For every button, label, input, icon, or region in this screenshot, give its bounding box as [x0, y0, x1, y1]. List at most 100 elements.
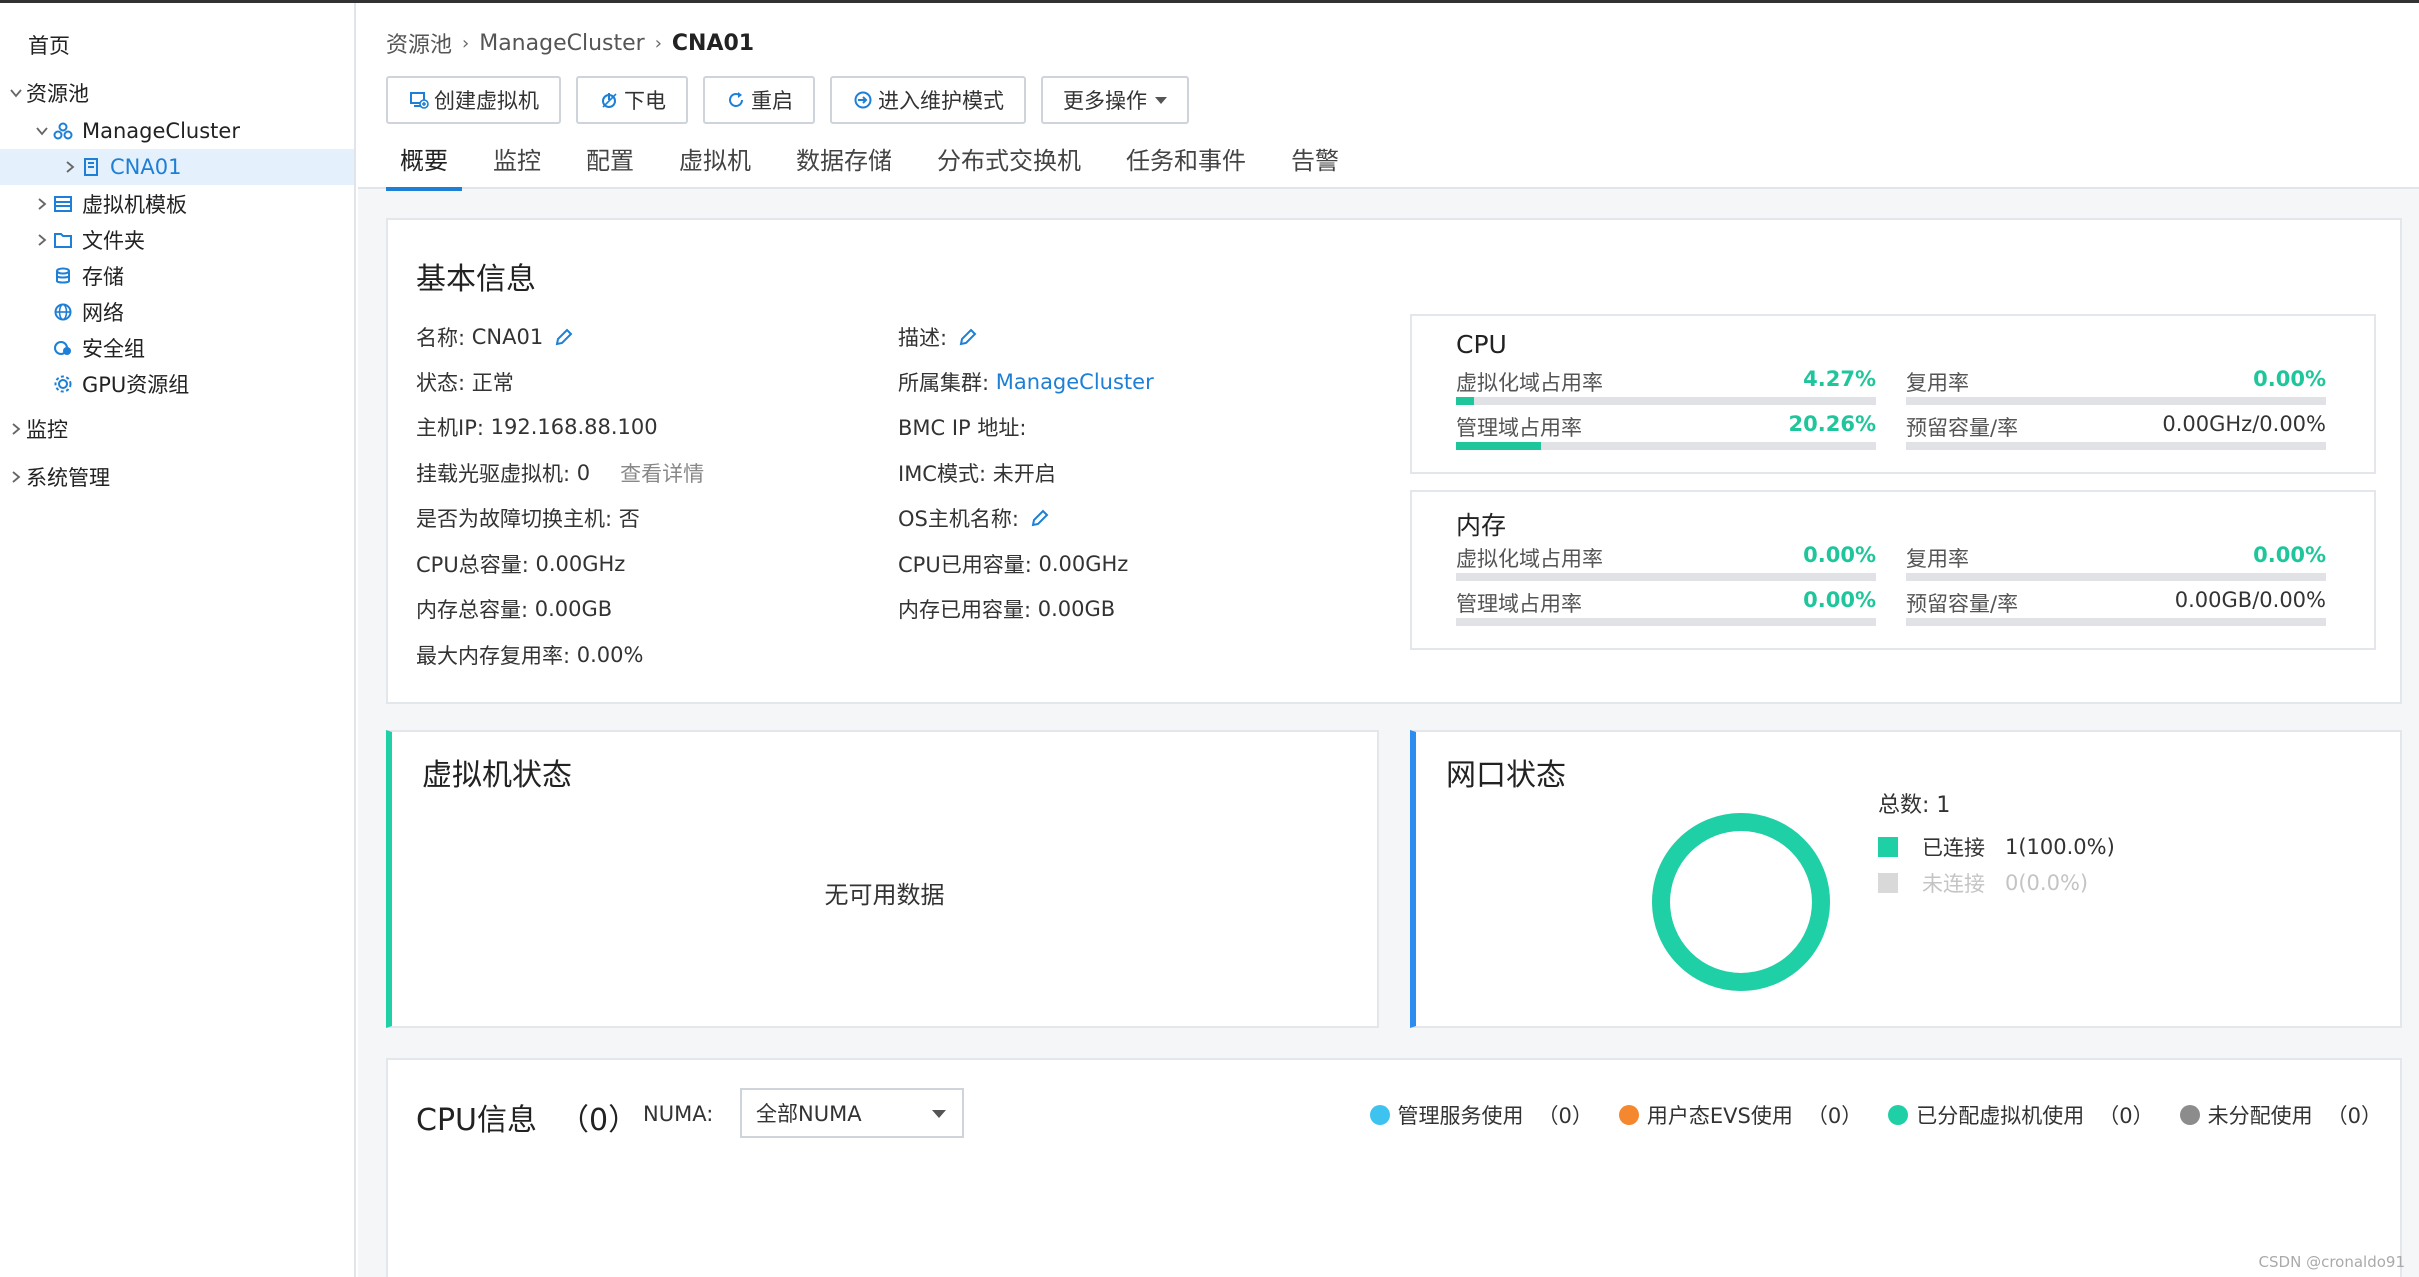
sidebar-item-label: 网络	[82, 301, 124, 325]
edit-pencil-icon[interactable]	[1029, 507, 1051, 529]
chevron-right-icon[interactable]	[32, 233, 52, 247]
sidebar-item-gpu-group[interactable]: GPU资源组	[0, 366, 354, 402]
vm-status-title: 虚拟机状态	[422, 758, 572, 793]
legend-value: 0(0.0%)	[2005, 871, 2089, 895]
field-failover: 是否为故障切换主机: 否	[416, 503, 640, 533]
power-off-icon	[598, 89, 620, 111]
field-label: 状态:	[416, 371, 466, 395]
chevron-right-icon[interactable]	[6, 422, 26, 436]
power-off-button[interactable]: 下电	[576, 76, 688, 124]
field-value: CNA01	[471, 325, 544, 349]
sidebar-item-home[interactable]: 首页	[0, 27, 354, 63]
sidebar-item-network[interactable]: 网络	[0, 294, 354, 330]
metric-value: 20.26%	[1788, 412, 1876, 436]
create-vm-label: 创建虚拟机	[434, 89, 539, 113]
legend-count: （0）	[2326, 1104, 2382, 1128]
field-label: 描述:	[898, 326, 948, 350]
field-value: 0.00GB	[534, 597, 613, 621]
chevron-right-icon[interactable]	[32, 197, 52, 211]
breadcrumb: 资源池 › ManageCluster › CNA01	[386, 27, 754, 59]
chevron-down-icon[interactable]	[6, 86, 26, 100]
field-label: IMC模式:	[898, 462, 987, 486]
restart-icon	[725, 89, 747, 111]
cpu-usage-legend: 管理服务使用 （0） 用户态EVS使用 （0） 已分配虚拟机使用 （0） 未分配…	[1344, 1100, 2382, 1130]
field-cpu-total: CPU总容量: 0.00GHz	[416, 549, 625, 579]
sidebar-item-storage[interactable]: 存储	[0, 258, 354, 294]
sidebar-item-label: ManageCluster	[82, 119, 240, 143]
nic-total: 总数: 1	[1878, 793, 1951, 818]
field-label: 是否为故障切换主机:	[416, 507, 613, 531]
cluster-link[interactable]: ManageCluster	[996, 370, 1154, 394]
legend-label: 已连接	[1922, 836, 1985, 860]
tab-config[interactable]: 配置	[572, 141, 648, 189]
sidebar-item-vm-template[interactable]: 虚拟机模板	[0, 186, 354, 222]
field-label: 主机IP:	[416, 416, 484, 440]
legend-dot	[1888, 1105, 1909, 1125]
sidebar-item-system[interactable]: 系统管理	[0, 459, 354, 495]
sidebar-item-folder[interactable]: 文件夹	[0, 222, 354, 258]
legend-allocated-vm: 已分配虚拟机使用 （0）	[1888, 1100, 2154, 1130]
cpu-info-count: （0）	[559, 1103, 639, 1138]
legend-user-evs: 用户态EVS使用 （0）	[1618, 1100, 1862, 1130]
power-off-label: 下电	[624, 89, 666, 113]
caret-down-icon	[932, 1110, 946, 1118]
chevron-right-icon[interactable]	[60, 160, 80, 174]
sidebar-item-label: 监控	[26, 418, 68, 442]
field-value: 否	[618, 507, 640, 531]
field-label: 所属集群:	[898, 371, 990, 395]
field-host-ip: 主机IP: 192.168.88.100	[416, 412, 658, 442]
legend-disconnected: 未连接 0(0.0%)	[1878, 868, 2088, 898]
gear-icon	[52, 373, 74, 395]
more-actions-button[interactable]: 更多操作	[1041, 76, 1189, 124]
field-status: 状态: 正常	[416, 367, 514, 397]
tab-datastore[interactable]: 数据存储	[782, 141, 906, 189]
usage-bar	[1906, 573, 2326, 581]
legend-label: 未分配使用	[2207, 1104, 2313, 1128]
metric-value: 0.00GHz/0.00%	[2162, 412, 2326, 436]
field-label: CPU总容量:	[416, 553, 529, 577]
view-details-link[interactable]: 查看详情	[620, 458, 704, 488]
chevron-down-icon[interactable]	[32, 124, 52, 138]
field-label: 内存总容量:	[416, 598, 529, 622]
create-vm-button[interactable]: 创建虚拟机	[386, 76, 561, 124]
vm-status-card: 虚拟机状态 无可用数据	[386, 730, 1379, 1028]
field-max-mem-reuse: 最大内存复用率: 0.00%	[416, 640, 643, 670]
field-imc-mode: IMC模式: 未开启	[898, 458, 1056, 488]
sidebar-item-cluster[interactable]: ManageCluster	[0, 113, 354, 149]
tab-overview[interactable]: 概要	[386, 141, 462, 191]
sidebar-item-monitor[interactable]: 监控	[0, 411, 354, 447]
tab-dvswitch[interactable]: 分布式交换机	[923, 141, 1095, 189]
usage-bar	[1456, 442, 1876, 450]
edit-pencil-icon[interactable]	[553, 326, 575, 348]
legend-label: 用户态EVS使用	[1646, 1104, 1793, 1128]
tab-tasks-events[interactable]: 任务和事件	[1112, 141, 1260, 189]
breadcrumb-separator-icon: ›	[462, 32, 470, 54]
numa-select[interactable]: 全部NUMA	[740, 1088, 964, 1138]
usage-bar-fill	[1456, 442, 1542, 450]
sidebar-item-security-group[interactable]: 安全组	[0, 330, 354, 366]
breadcrumb-item[interactable]: 资源池	[386, 27, 452, 59]
globe-icon	[52, 301, 74, 323]
chevron-right-icon[interactable]	[6, 470, 26, 484]
tab-alarms[interactable]: 告警	[1277, 141, 1353, 189]
memory-usage-title: 内存	[1456, 511, 1507, 540]
cpu-info-card: CPU信息 （0） NUMA: 全部NUMA 管理服务使用 （0） 用户态EVS…	[386, 1058, 2402, 1277]
main-content: 资源池 › ManageCluster › CNA01 创建虚拟机 下电 重启 …	[358, 3, 2419, 1277]
tab-vms[interactable]: 虚拟机	[665, 141, 765, 189]
database-icon	[52, 265, 74, 287]
sidebar-item-resource-pool[interactable]: 资源池	[0, 75, 354, 111]
legend-dot	[1618, 1105, 1639, 1125]
field-cpu-used: CPU已用容量: 0.00GHz	[898, 549, 1128, 579]
sidebar-item-host[interactable]: CNA01	[0, 149, 354, 185]
metric-label: 复用率	[1906, 371, 1969, 395]
maintenance-mode-button[interactable]: 进入维护模式	[830, 76, 1026, 124]
tab-monitor[interactable]: 监控	[479, 141, 555, 189]
field-label: 最大内存复用率:	[416, 644, 571, 668]
legend-label: 已分配虚拟机使用	[1916, 1104, 2085, 1128]
basic-info-title: 基本信息	[416, 262, 536, 297]
legend-count: （0）	[1537, 1104, 1593, 1128]
restart-button[interactable]: 重启	[703, 76, 815, 124]
edit-pencil-icon[interactable]	[957, 326, 979, 348]
breadcrumb-item[interactable]: ManageCluster	[479, 31, 644, 56]
template-icon	[52, 193, 74, 215]
